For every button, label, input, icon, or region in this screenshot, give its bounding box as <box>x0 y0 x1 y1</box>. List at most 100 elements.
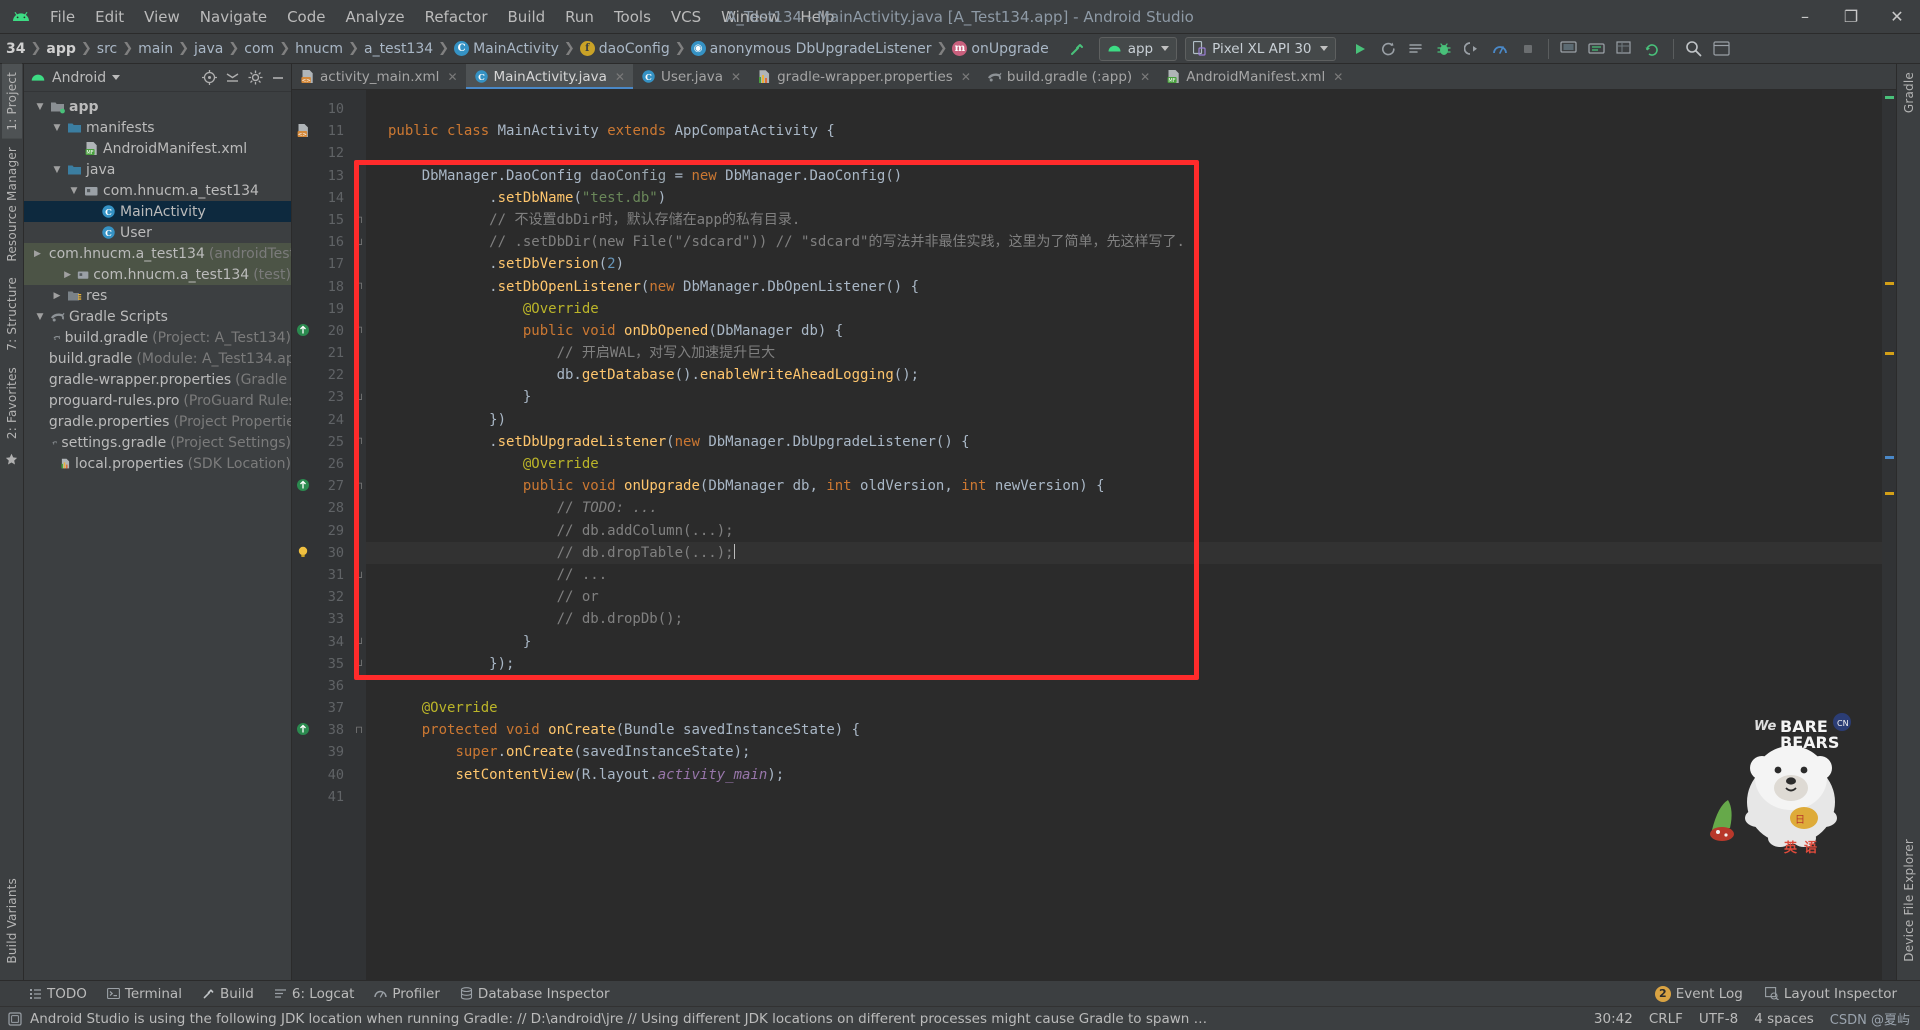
line-number-16[interactable]: 16 <box>292 231 352 253</box>
breadcrumb-app[interactable]: app <box>42 41 80 57</box>
code-line-22[interactable]: db.getDatabase().enableWriteAheadLogging… <box>366 364 1882 386</box>
breadcrumb-main[interactable]: main <box>134 41 177 57</box>
breadcrumb-daoconfig[interactable]: f daoConfig <box>576 41 674 57</box>
bottom-tab-build[interactable]: Build <box>193 984 263 1004</box>
device-selector[interactable]: Pixel XL API 30 <box>1185 37 1335 61</box>
tree-node-gradle-wrapper-properties[interactable]: ▶gradle-wrapper.properties (Gradle Versi… <box>24 369 291 390</box>
tree-node-gradle-scripts[interactable]: ▼Gradle Scripts <box>24 306 291 327</box>
bottom-tab-todo[interactable]: TODO <box>20 984 96 1004</box>
code-content[interactable]: public class MainActivity extends AppCom… <box>366 90 1882 980</box>
code-fold-marker[interactable]: ⊔ <box>352 631 366 653</box>
line-number-23[interactable]: 23 <box>292 386 352 408</box>
profile-button[interactable] <box>1486 37 1514 61</box>
tool-window-device-file-explorer[interactable]: Device File Explorer <box>1899 831 1919 970</box>
run-button[interactable] <box>1346 37 1374 61</box>
code-folding-column[interactable]: ⊓⊔⊓⊓⊔⊓⊓⊔⊔⊔⊓ <box>352 90 366 980</box>
code-line-30[interactable]: // db.dropTable(...); <box>366 542 1882 564</box>
stop-button[interactable] <box>1514 37 1542 61</box>
editor-tab-androidmanifest-xml[interactable]: MFAndroidManifest.xml✕ <box>1158 64 1351 89</box>
tree-node-proguard-rules-pro[interactable]: ▶proguard-rules.pro (ProGuard Rules for … <box>24 390 291 411</box>
close-icon[interactable]: ✕ <box>1140 70 1150 84</box>
code-fold-marker[interactable]: ⊓ <box>352 320 366 342</box>
line-number-14[interactable]: 14 <box>292 187 352 209</box>
line-number-11[interactable]: 11<> <box>292 120 352 142</box>
menu-help[interactable]: Help <box>790 4 844 30</box>
chevron-right-icon[interactable]: ▶ <box>34 248 41 260</box>
search-everywhere-button[interactable] <box>1680 37 1708 61</box>
close-icon[interactable]: ✕ <box>615 70 625 84</box>
breadcrumb-java[interactable]: java <box>190 41 227 57</box>
tree-node-mainactivity[interactable]: ▶CMainActivity <box>24 201 291 222</box>
line-number-22[interactable]: 22 <box>292 364 352 386</box>
menu-file[interactable]: File <box>40 4 85 30</box>
error-stripe-markers[interactable] <box>1882 90 1896 980</box>
tool-window-resource-manager[interactable]: Resource Manager <box>2 139 22 270</box>
tree-node-build-gradle[interactable]: ▶build.gradle (Project: A_Test134) <box>24 327 291 348</box>
breadcrumb-anonymous[interactable]: ◉ anonymous DbUpgradeListener <box>687 41 936 57</box>
close-icon[interactable]: ✕ <box>447 70 457 84</box>
breadcrumb-com[interactable]: com <box>240 41 278 57</box>
tree-node-app[interactable]: ▼app <box>24 96 291 117</box>
caret-position[interactable]: 30:42 <box>1594 1011 1633 1027</box>
file-encoding[interactable]: UTF-8 <box>1699 1011 1738 1027</box>
code-line-21[interactable]: // 开启WAL，对写入加速提升巨大 <box>366 342 1882 364</box>
line-number-31[interactable]: 31 <box>292 564 352 586</box>
menu-tools[interactable]: Tools <box>604 4 661 30</box>
override-marker-icon[interactable] <box>296 323 310 337</box>
line-number-26[interactable]: 26 <box>292 453 352 475</box>
tool-window-structure[interactable]: 7: Structure <box>2 269 22 359</box>
code-line-37[interactable]: @Override <box>366 697 1882 719</box>
line-number-40[interactable]: 40 <box>292 764 352 786</box>
tree-node-gradle-properties[interactable]: ▶gradle.properties (Project Properties) <box>24 411 291 432</box>
status-message[interactable]: Android Studio is using the following JD… <box>30 1011 1210 1027</box>
bottom-tab-layout-inspector[interactable]: Layout Inspector <box>1756 984 1906 1004</box>
code-line-24[interactable]: }) <box>366 409 1882 431</box>
menu-navigate[interactable]: Navigate <box>190 4 277 30</box>
code-line-32[interactable]: // or <box>366 586 1882 608</box>
line-separator[interactable]: CRLF <box>1649 1011 1683 1027</box>
window-controls[interactable]: – ❐ ✕ <box>1782 0 1920 34</box>
project-tree[interactable]: ▼app▼manifests▶MFAndroidManifest.xml▼jav… <box>24 92 291 980</box>
tool-window-project[interactable]: 1: Project <box>2 64 22 139</box>
code-line-29[interactable]: // db.addColumn(...); <box>366 520 1882 542</box>
sdk-manager-button[interactable] <box>1583 37 1611 61</box>
minimize-button[interactable]: – <box>1782 0 1828 34</box>
code-line-26[interactable]: @Override <box>366 453 1882 475</box>
tree-node-com-hnucm-a-test134[interactable]: ▼com.hnucm.a_test134 <box>24 180 291 201</box>
line-number-12[interactable]: 12 <box>292 142 352 164</box>
code-line-40[interactable]: setContentView(R.layout.activity_main); <box>366 764 1882 786</box>
editor-tab-activity-main-xml[interactable]: <>activity_main.xml✕ <box>292 64 466 89</box>
line-number-21[interactable]: 21 <box>292 342 352 364</box>
main-menu[interactable]: File Edit View Navigate Code Analyze Ref… <box>40 4 845 30</box>
chevron-right-icon[interactable]: ▶ <box>51 290 63 302</box>
chevron-down-icon[interactable]: ▼ <box>68 185 80 197</box>
close-icon[interactable]: ✕ <box>1333 70 1343 84</box>
gear-icon[interactable] <box>248 70 263 85</box>
code-line-11[interactable]: public class MainActivity extends AppCom… <box>366 120 1882 142</box>
breadcrumb[interactable]: 34 ❯ app ❯ src ❯ main ❯ java ❯ com ❯ hnu… <box>2 34 1053 63</box>
code-line-39[interactable]: super.onCreate(savedInstanceState); <box>366 741 1882 763</box>
code-line-25[interactable]: .setDbUpgradeListener(new DbManager.DbUp… <box>366 431 1882 453</box>
project-panel-actions[interactable] <box>202 70 285 85</box>
chevron-down-icon[interactable] <box>112 75 120 80</box>
avd-manager-button[interactable] <box>1555 37 1583 61</box>
line-number-39[interactable]: 39 <box>292 741 352 763</box>
editor-tab-gradle-wrapper-properties[interactable]: gradle-wrapper.properties✕ <box>749 64 979 89</box>
tool-window-favorites[interactable]: 2: Favorites <box>2 359 22 447</box>
code-line-41[interactable] <box>366 786 1882 808</box>
code-line-33[interactable]: // db.dropDb(); <box>366 608 1882 630</box>
line-number-19[interactable]: 19 <box>292 298 352 320</box>
chevron-down-icon[interactable]: ▼ <box>51 164 63 176</box>
editor-body[interactable]: 1011<>1213141516171819202122232425262728… <box>292 90 1896 980</box>
tree-node-res[interactable]: ▶res <box>24 285 291 306</box>
collapse-all-icon[interactable] <box>225 70 240 85</box>
code-fold-marker[interactable]: ⊓ <box>352 719 366 741</box>
editor-tab-bar[interactable]: <>activity_main.xml✕CMainActivity.java✕C… <box>292 64 1896 90</box>
code-line-20[interactable]: public void onDbOpened(DbManager db) { <box>366 320 1882 342</box>
menu-analyze[interactable]: Analyze <box>335 4 414 30</box>
code-fold-marker[interactable]: ⊓ <box>352 209 366 231</box>
close-icon[interactable]: ✕ <box>961 70 971 84</box>
chevron-down-icon[interactable]: ▼ <box>34 311 46 323</box>
code-fold-marker[interactable]: ⊔ <box>352 653 366 675</box>
line-number-13[interactable]: 13 <box>292 165 352 187</box>
